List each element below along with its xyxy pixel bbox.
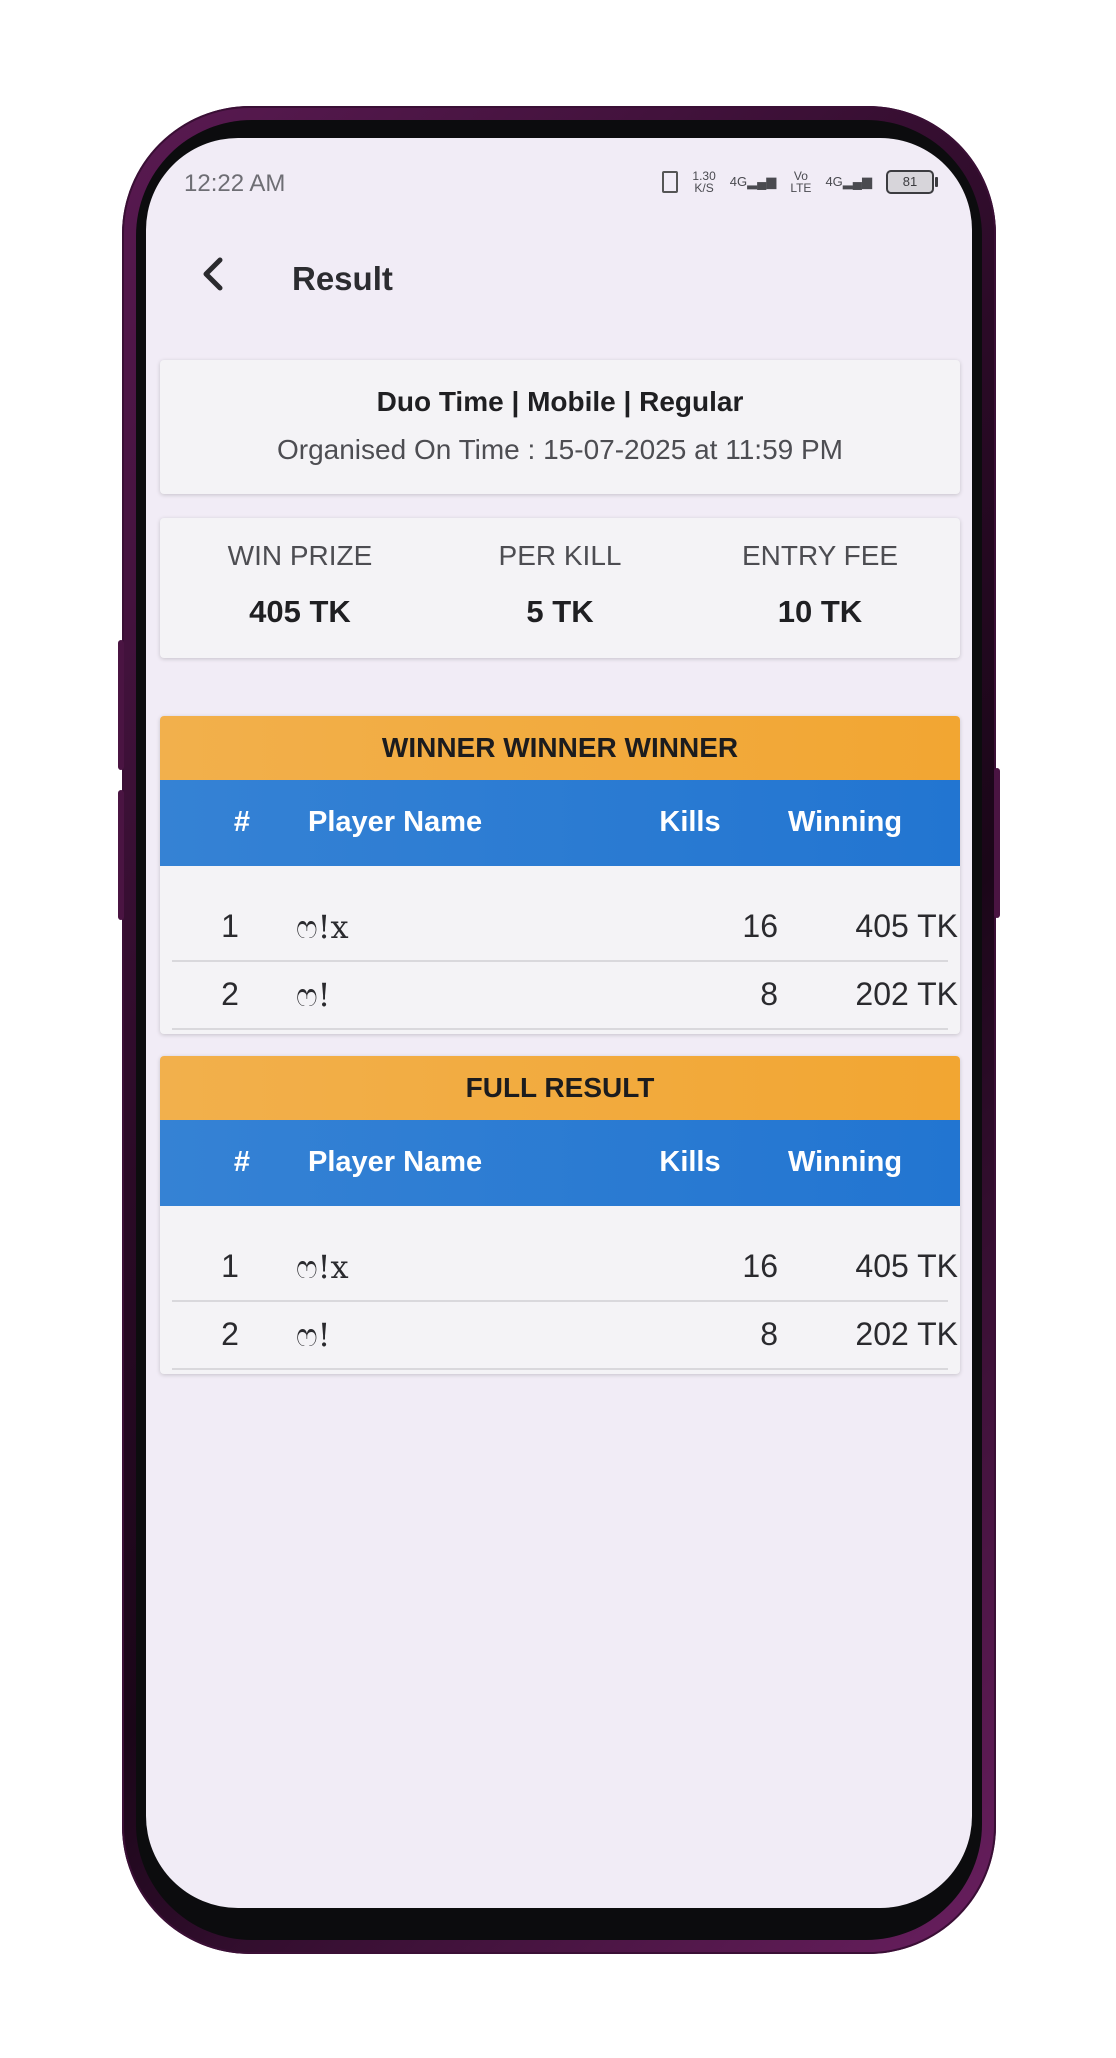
- page-title: Result: [292, 260, 393, 297]
- entry-fee-stat: ENTRY FEE 10 TK: [690, 518, 950, 630]
- match-title: Duo Time | Mobile | Regular: [376, 386, 744, 417]
- column-winning: Winning: [787, 806, 903, 838]
- row-kills: 16: [742, 908, 778, 944]
- row-winning: 202 TK: [855, 1316, 958, 1352]
- per-kill-stat: PER KILL 5 TK: [430, 518, 690, 630]
- network-speed-unit: K/S: [694, 181, 714, 195]
- per-kill-value: 5 TK: [526, 594, 594, 629]
- row-rank: 2: [221, 976, 239, 1012]
- column-rank: #: [233, 1146, 251, 1178]
- winner-result-card: WINNER WINNER WINNER # Player Name Kills…: [160, 716, 960, 1034]
- status-icons: 1.30 K/S 4G▂▄▆ Vo LTE 4G▂▄▆ 81: [662, 170, 938, 194]
- signal-2-label: 4G: [825, 174, 843, 189]
- winner-table-body: 1 ෆ!x 16 405 TK 2 ෆ! 8 202 TK: [160, 866, 960, 1030]
- back-button[interactable]: [190, 254, 236, 300]
- prize-stats-card: WIN PRIZE 405 TK PER KILL 5 TK ENTRY FEE…: [160, 518, 960, 658]
- signal-1-label: 4G: [729, 174, 748, 189]
- volte-icon: Vo LTE: [790, 170, 811, 194]
- entry-fee-value: 10 TK: [777, 594, 863, 629]
- column-player-name: Player Name: [308, 1146, 483, 1178]
- table-row: 2 ෆ! 8 202 TK: [172, 1302, 958, 1370]
- table-row: 2 ෆ! 8 202 TK: [172, 962, 958, 1030]
- per-kill-label: PER KILL: [498, 540, 622, 571]
- battery-icon: 81: [886, 170, 938, 194]
- volume-up-button: [118, 640, 124, 770]
- column-kills: Kills: [659, 1146, 721, 1178]
- column-player-name: Player Name: [308, 806, 483, 838]
- row-player-name: ෆ!: [296, 1316, 331, 1354]
- volte-label-2: LTE: [790, 181, 812, 195]
- column-winning: Winning: [787, 1146, 903, 1178]
- signal-2-icon: 4G▂▄▆: [825, 174, 872, 189]
- full-result-card: FULL RESULT # Player Name Kills Winning …: [160, 1056, 960, 1374]
- status-time: 12:22 AM: [184, 170, 286, 197]
- full-table-header: # Player Name Kills Winning: [160, 1120, 960, 1206]
- power-button: [994, 768, 1000, 918]
- row-kills: 16: [742, 1248, 778, 1284]
- row-winning: 202 TK: [855, 976, 958, 1012]
- app-bar: Result: [146, 238, 972, 318]
- match-organised-time: Organised On Time : 15-07-2025 at 11:59 …: [276, 434, 843, 465]
- row-kills: 8: [760, 976, 778, 1012]
- full-table-body: 1 ෆ!x 16 405 TK 2 ෆ! 8 202 TK: [160, 1206, 960, 1370]
- win-prize-label: WIN PRIZE: [227, 540, 373, 571]
- winner-table-header: # Player Name Kills Winning: [160, 780, 960, 866]
- network-speed: 1.30 K/S: [692, 170, 715, 194]
- entry-fee-label: ENTRY FEE: [741, 540, 899, 571]
- status-bar: 12:22 AM 1.30 K/S 4G▂▄▆ Vo LTE 4G▂▄▆ 81: [184, 166, 938, 206]
- row-winning: 405 TK: [855, 1248, 958, 1284]
- row-player-name: ෆ!x: [296, 908, 349, 946]
- signal-1-icon: 4G▂▄▆: [729, 174, 777, 189]
- winner-banner: WINNER WINNER WINNER: [160, 716, 960, 780]
- row-rank: 2: [221, 1316, 239, 1352]
- volume-down-button: [118, 790, 124, 920]
- win-prize-value: 405 TK: [249, 594, 351, 629]
- row-player-name: ෆ!: [296, 976, 331, 1014]
- table-row: 1 ෆ!x 16 405 TK: [172, 894, 958, 962]
- match-info-card: Duo Time | Mobile | Regular Organised On…: [160, 360, 960, 494]
- vibrate-icon: [662, 171, 679, 193]
- full-result-banner: FULL RESULT: [160, 1056, 960, 1120]
- phone-screen: 12:22 AM 1.30 K/S 4G▂▄▆ Vo LTE 4G▂▄▆ 81 …: [146, 138, 972, 1908]
- row-winning: 405 TK: [855, 908, 958, 944]
- row-player-name: ෆ!x: [296, 1248, 349, 1286]
- row-kills: 8: [760, 1316, 778, 1352]
- column-rank: #: [233, 806, 251, 838]
- win-prize-stat: WIN PRIZE 405 TK: [170, 518, 430, 630]
- row-rank: 1: [221, 1248, 239, 1284]
- row-rank: 1: [221, 908, 239, 944]
- table-row: 1 ෆ!x 16 405 TK: [172, 1234, 958, 1302]
- column-kills: Kills: [659, 806, 721, 838]
- chevron-left-icon: [203, 257, 223, 291]
